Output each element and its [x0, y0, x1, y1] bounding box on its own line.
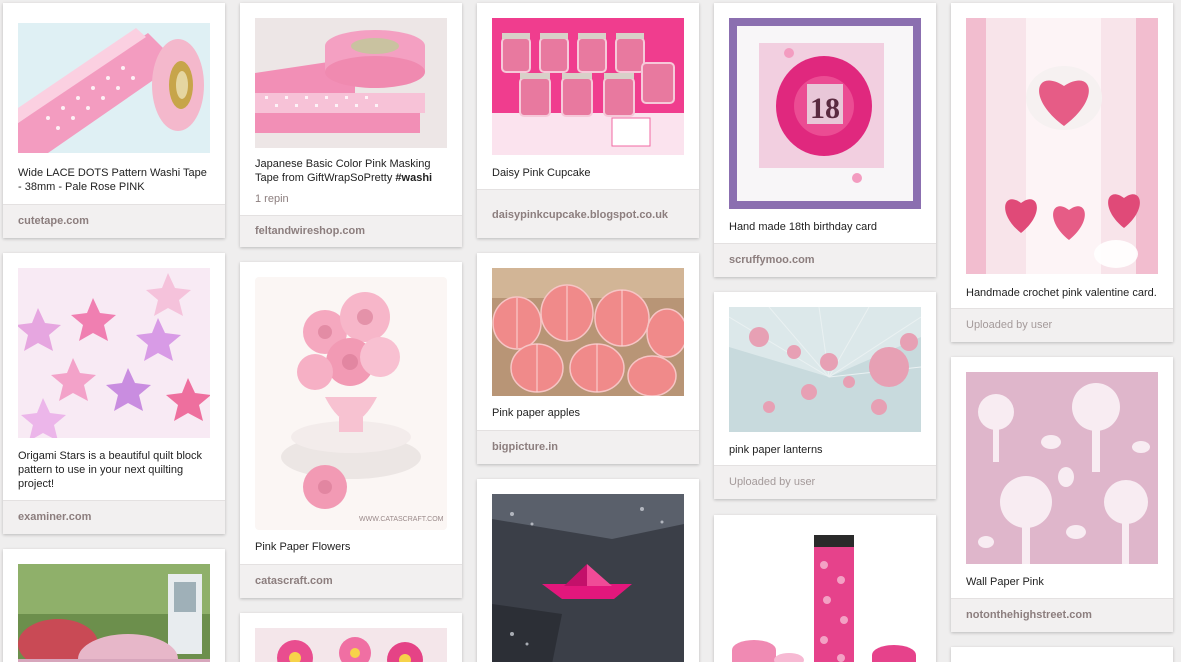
pin-card[interactable]: Pink paper apples bigpicture.in	[477, 253, 699, 464]
pin-card[interactable]	[3, 549, 225, 662]
pin-image[interactable]	[18, 268, 210, 438]
pin-image[interactable]	[18, 564, 210, 662]
pin-card[interactable]: Daisy Pink Cupcake daisypinkcupcake.blog…	[477, 3, 699, 238]
pin-image[interactable]	[18, 23, 210, 153]
pin-source-link[interactable]: bigpicture.in	[477, 430, 699, 464]
pin-card[interactable]: Japanese Basic Color Pink Masking Tape f…	[240, 3, 462, 247]
pin-card[interactable]	[240, 613, 462, 662]
pin-source-label: Uploaded by user	[951, 308, 1173, 342]
pin-card[interactable]: 18 Hand made 18th birthday card scruffym…	[714, 3, 936, 277]
pin-source-link[interactable]: cutetape.com	[3, 204, 225, 238]
pin-source-link[interactable]: examiner.com	[3, 500, 225, 534]
pin-source-link[interactable]: daisypinkcupcake.blogspot.co.uk	[477, 189, 699, 238]
repin-count[interactable]: 1 repin	[255, 193, 289, 205]
pin-description: Origami Stars is a beautiful quilt block…	[18, 450, 203, 490]
card-number: 18	[810, 92, 840, 125]
pin-source-link[interactable]: notonthehighstreet.com	[951, 598, 1173, 632]
pin-card[interactable]	[714, 515, 936, 662]
pin-image[interactable]	[255, 628, 447, 662]
pin-description: Wide LACE DOTS Pattern Washi Tape - 38mm…	[18, 167, 207, 193]
pin-description: Japanese Basic Color Pink Masking Tape f…	[255, 157, 449, 185]
pin-image[interactable]	[966, 18, 1158, 274]
pin-image[interactable]	[966, 372, 1158, 564]
pin-image[interactable]	[729, 307, 921, 432]
pin-card[interactable]	[951, 647, 1173, 662]
pin-description: Handmade crochet pink valentine card.	[966, 287, 1157, 299]
pin-card[interactable]: Handmade crochet pink valentine card. Up…	[951, 3, 1173, 342]
pin-description: pink paper lanterns	[729, 444, 823, 456]
pin-source-label: Uploaded by user	[714, 465, 936, 499]
pin-card[interactable]: pink paper lanterns Uploaded by user	[714, 292, 936, 499]
pin-source-link[interactable]: feltandwireshop.com	[240, 215, 462, 247]
pin-description: Pink paper apples	[492, 407, 581, 419]
pin-source-link[interactable]: catascraft.com	[240, 564, 462, 598]
pin-source-link[interactable]: scruffymoo.com	[714, 243, 936, 277]
pin-card[interactable]: Wide LACE DOTS Pattern Washi Tape - 38mm…	[3, 3, 225, 238]
pin-description: Pink Paper Flowers	[255, 541, 351, 553]
pin-image[interactable]	[492, 18, 684, 155]
pin-image[interactable]	[255, 18, 447, 148]
pin-description: Wall Paper Pink	[966, 576, 1044, 588]
hashtag-link[interactable]: #washi	[395, 172, 432, 184]
pin-card[interactable]: WWW.CATASCRAFT.COM Pink Paper Flowers ca…	[240, 262, 462, 598]
pin-card[interactable]	[477, 479, 699, 662]
pin-card[interactable]: Wall Paper Pink notonthehighstreet.com	[951, 357, 1173, 632]
pin-card[interactable]: Origami Stars is a beautiful quilt block…	[3, 253, 225, 534]
pin-image[interactable]: WWW.CATASCRAFT.COM	[255, 277, 447, 530]
pin-image[interactable]: 18	[729, 18, 921, 209]
pin-image[interactable]	[492, 268, 684, 396]
watermark-text: WWW.CATASCRAFT.COM	[359, 516, 444, 523]
pin-image[interactable]	[492, 494, 684, 662]
pin-image[interactable]	[729, 530, 921, 662]
pin-description: Hand made 18th birthday card	[729, 221, 877, 233]
pin-description: Daisy Pink Cupcake	[492, 167, 591, 179]
